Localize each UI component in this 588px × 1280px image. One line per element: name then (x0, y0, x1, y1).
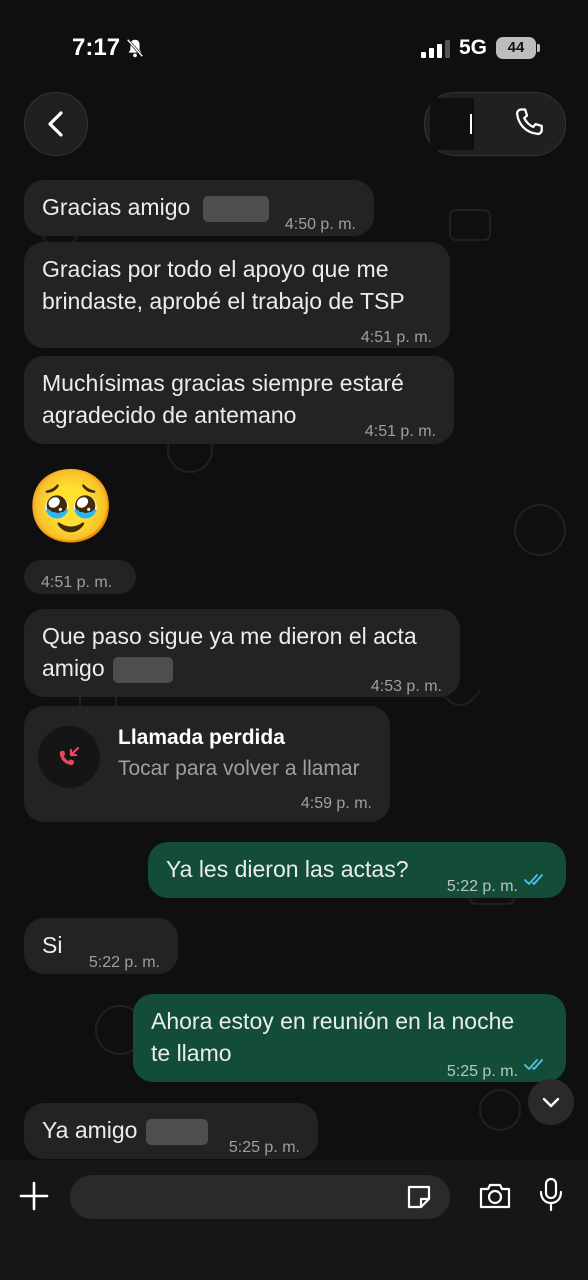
message-text: brindaste, aprobé el trabajo de TSP (42, 288, 405, 314)
message-bubble-incoming[interactable]: Ya amigo 5:25 p. m. (24, 1103, 318, 1159)
message-bubble-incoming[interactable]: Si 5:22 p. m. (24, 918, 178, 974)
message-text: agradecido de antemano (42, 402, 297, 428)
redacted-name (145, 1118, 208, 1145)
message-bubble-incoming[interactable]: Que paso sigue ya me dieron el acta amig… (24, 609, 460, 697)
double-check-icon (524, 874, 543, 885)
video-call-icon[interactable] (470, 114, 472, 134)
status-time: 7:17 (72, 34, 121, 61)
double-check-icon (524, 1059, 543, 1070)
message-time: 5:25 p. m. (446, 1063, 518, 1080)
message-time: 4:50 p. m. (284, 216, 356, 233)
message-time: 4:53 p. m. (370, 678, 442, 695)
call-title: Llamada perdida (118, 726, 285, 749)
message-text: amigo (42, 655, 105, 681)
message-text: Gracias amigo (42, 194, 191, 220)
emoji-time-chip: 4:51 p. m. (24, 560, 136, 594)
message-text: Gracias por todo el apoyo que me (42, 256, 389, 282)
bell-slash-icon (126, 38, 144, 58)
message-text: Ya les dieron las actas? (166, 856, 409, 882)
missed-call-icon (38, 726, 100, 788)
status-bar: 7:17 5G 44 (0, 0, 588, 90)
scroll-down-button[interactable] (528, 1079, 574, 1125)
message-time: 5:22 p. m. (88, 954, 160, 971)
message-bubble-incoming[interactable]: Gracias amigo 4:50 p. m. (24, 180, 374, 236)
message-bubble-incoming[interactable]: Muchísimas gracias siempre estaré agrade… (24, 356, 454, 444)
chevron-left-icon (48, 111, 63, 137)
redacted-name (113, 656, 174, 683)
message-time: 4:51 p. m. (364, 423, 436, 440)
sticker-icon[interactable] (404, 1182, 434, 1212)
emoji-message[interactable]: 🥹 (26, 462, 116, 552)
message-input[interactable] (70, 1175, 450, 1219)
message-bubble-outgoing[interactable]: Ahora estoy en reunión en la noche te ll… (133, 994, 566, 1082)
call-subtitle: Tocar para volver a llamar (118, 757, 360, 780)
message-text: Ahora estoy en reunión en la noche (151, 1008, 515, 1034)
message-bubble-outgoing[interactable]: Ya les dieron las actas? 5:22 p. m. (148, 842, 566, 898)
signal-icon (421, 40, 450, 58)
emoji-pleading-face: 🥹 (26, 467, 116, 547)
plus-icon[interactable] (18, 1180, 50, 1212)
redacted-area (430, 98, 474, 150)
camera-icon[interactable] (477, 1180, 513, 1212)
message-text: Muchísimas gracias siempre estaré (42, 370, 404, 396)
missed-call-card[interactable]: Llamada perdida Tocar para volver a llam… (24, 706, 390, 822)
message-text: te llamo (151, 1040, 232, 1066)
mic-icon[interactable] (538, 1177, 564, 1213)
message-time: 4:51 p. m. (41, 574, 113, 591)
phone-icon[interactable] (512, 106, 546, 140)
message-time: 4:59 p. m. (300, 795, 372, 812)
network-type: 5G (459, 36, 488, 59)
redacted-name (202, 195, 269, 222)
chevron-down-icon (542, 1097, 560, 1108)
message-text: Ya amigo (42, 1117, 138, 1143)
message-text: Que paso sigue ya me dieron el acta (42, 623, 417, 649)
battery-indicator: 44 (496, 37, 540, 59)
back-button[interactable] (24, 92, 88, 156)
message-time: 4:51 p. m. (360, 329, 432, 346)
message-time: 5:22 p. m. (446, 878, 518, 895)
message-text: Si (42, 932, 63, 958)
message-bubble-incoming[interactable]: Gracias por todo el apoyo que me brindas… (24, 242, 450, 348)
